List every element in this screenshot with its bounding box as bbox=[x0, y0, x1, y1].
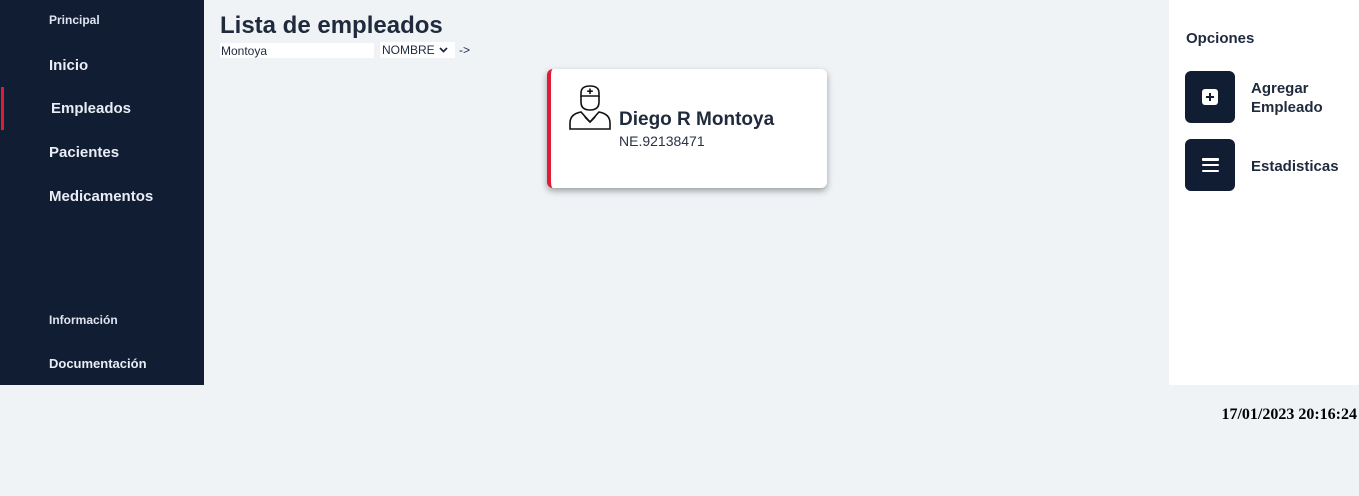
sidebar: Principal Inicio Empleados Pacientes Med… bbox=[0, 0, 204, 385]
statistics-button[interactable] bbox=[1185, 139, 1235, 191]
options-panel: Opciones Agregar Empleado Estadisticas bbox=[1169, 0, 1359, 385]
chevron-down-icon bbox=[439, 45, 448, 55]
page-title: Lista de empleados bbox=[220, 12, 443, 39]
app-root: Principal Inicio Empleados Pacientes Med… bbox=[0, 0, 1359, 496]
menu-icon bbox=[1201, 158, 1219, 172]
add-employee-label[interactable]: Agregar Empleado bbox=[1251, 79, 1323, 117]
filter-selected-value: NOMBRE bbox=[382, 43, 435, 57]
options-title: Opciones bbox=[1186, 30, 1255, 47]
timestamp: 17/01/2023 20:16:24 bbox=[1221, 406, 1357, 423]
add-employee-label-line2: Empleado bbox=[1251, 99, 1323, 116]
sidebar-item-inicio[interactable]: Inicio bbox=[49, 57, 88, 74]
plus-square-icon bbox=[1202, 89, 1218, 105]
search-input[interactable] bbox=[220, 43, 374, 58]
sidebar-item-documentacion[interactable]: Documentación bbox=[49, 356, 147, 371]
employee-card[interactable]: Diego R Montoya NE.92138471 bbox=[547, 69, 827, 188]
active-indicator bbox=[1, 87, 4, 130]
filter-select[interactable]: NOMBRE bbox=[380, 42, 455, 58]
sidebar-item-pacientes[interactable]: Pacientes bbox=[49, 144, 119, 161]
add-employee-button[interactable] bbox=[1185, 71, 1235, 123]
sidebar-section-principal: Principal bbox=[49, 13, 100, 27]
sidebar-item-medicamentos[interactable]: Medicamentos bbox=[49, 188, 153, 205]
doctor-icon bbox=[568, 83, 612, 131]
sidebar-item-empleados[interactable]: Empleados bbox=[51, 100, 131, 117]
search-go-button[interactable]: -> bbox=[459, 43, 470, 57]
add-employee-label-line1: Agregar bbox=[1251, 80, 1309, 97]
employee-name: Diego R Montoya bbox=[619, 109, 775, 130]
employee-code: NE.92138471 bbox=[619, 133, 705, 149]
sidebar-section-informacion: Información bbox=[49, 313, 118, 327]
statistics-label[interactable]: Estadisticas bbox=[1251, 157, 1339, 176]
